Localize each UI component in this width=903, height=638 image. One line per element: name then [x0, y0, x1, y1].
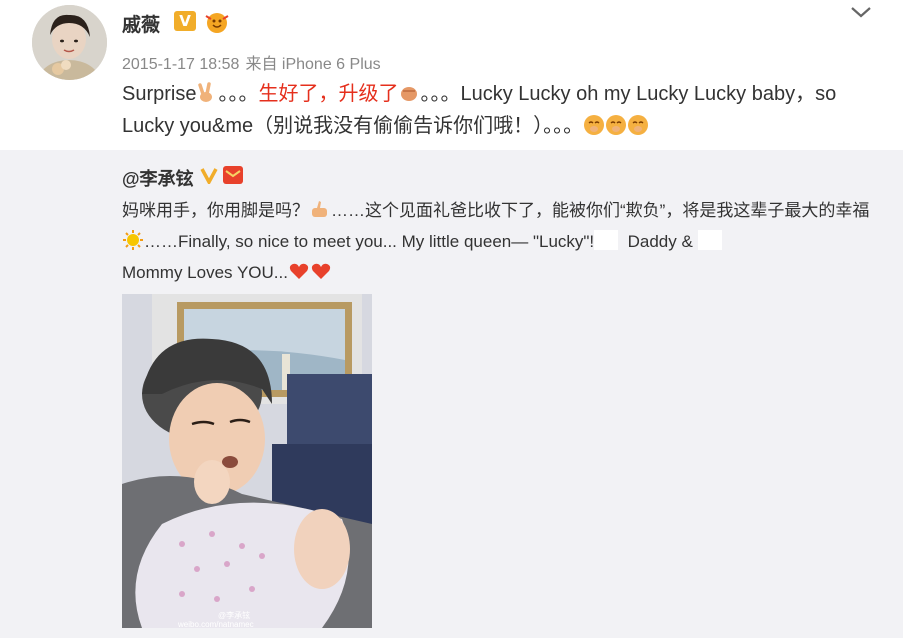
- blank-placeholder: [697, 230, 722, 250]
- avatar[interactable]: [32, 5, 107, 80]
- chevron-down-icon[interactable]: [848, 4, 874, 20]
- post-text-part: 。。。: [218, 83, 259, 105]
- giggle-emoji: [628, 115, 649, 135]
- heart-emoji: [289, 263, 309, 279]
- member-badge-icon: [204, 10, 230, 34]
- post-username[interactable]: 戚薇: [122, 10, 160, 37]
- repost-text-part: Mommy Loves YOU...: [122, 263, 288, 282]
- victory-hand-emoji: [198, 82, 213, 102]
- post-source[interactable]: iPhone 6 Plus: [282, 56, 381, 73]
- verified-badge-icon: V: [174, 11, 196, 31]
- post-photo[interactable]: [122, 294, 372, 628]
- repost-username[interactable]: @李承铉: [122, 165, 194, 191]
- giggle-emoji: [606, 115, 627, 135]
- source-prefix: 来自: [245, 56, 278, 73]
- post-timestamp[interactable]: 2015-1-17 18:58: [122, 56, 239, 73]
- red-envelope-icon: [223, 166, 243, 184]
- gold-v-icon: [200, 166, 218, 186]
- thumbs-up-emoji: [312, 201, 327, 217]
- heart-emoji: [311, 263, 331, 279]
- post-text-part: Surprise: [122, 83, 197, 105]
- fist-emoji: [401, 87, 418, 101]
- repost-text-part: 妈咪用手，你用脚是吗？: [122, 201, 309, 220]
- post-text: Surprise 。。。生好了，升级了 。。。Lucky Lucky oh my L…: [122, 78, 852, 142]
- repost-text-part: ……这个见面礼爸比收下了，能被你们“欺负”，将是我这辈子最大的幸福: [331, 201, 870, 220]
- photo-watermark-url: weibo.com/natnamec: [178, 620, 254, 629]
- repost-text-part: ……Finally, so nice to meet you... My lit…: [144, 232, 595, 251]
- post-text-red: 生好了，升级了: [258, 83, 399, 105]
- blank-placeholder: [594, 230, 619, 250]
- repost-text: 妈咪用手，你用脚是吗？ ……这个见面礼爸比收下了，能被你们“欺负”，将是我这辈子最…: [122, 195, 872, 288]
- repost-text-part: Daddy &: [627, 232, 693, 251]
- sun-emoji: [123, 230, 143, 250]
- post-meta: 2015-1-17 18:58 来自 iPhone 6 Plus: [122, 50, 381, 74]
- giggle-emoji: [584, 115, 605, 135]
